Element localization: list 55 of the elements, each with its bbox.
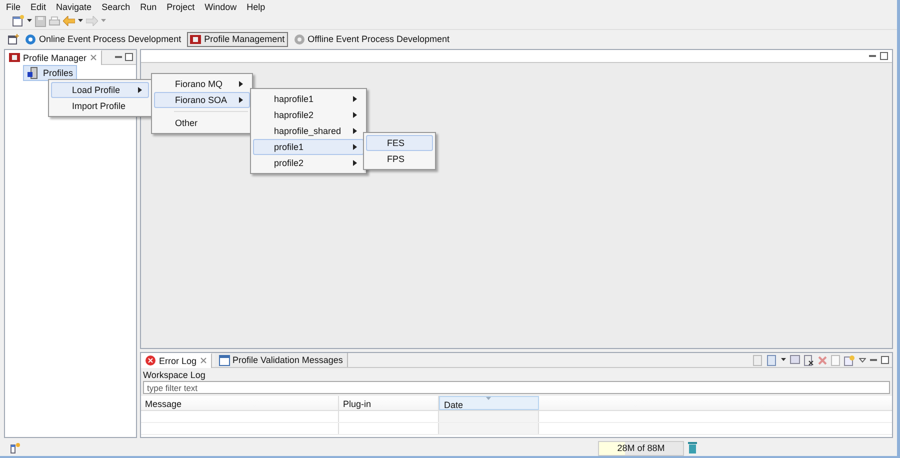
menu-item[interactable]: Help: [246, 2, 266, 12]
maximize-icon[interactable]: [881, 356, 889, 364]
perspective-tab[interactable]: Online Event Process Development: [22, 32, 184, 46]
column-header[interactable]: Date: [439, 396, 539, 410]
delete-log-icon[interactable]: [804, 354, 814, 366]
log-title: Workspace Log: [142, 369, 206, 381]
menu-option[interactable]: Other: [154, 115, 250, 131]
view-tab[interactable]: Profile Manager: [5, 50, 102, 64]
menu-option[interactable]: FPS: [366, 151, 433, 167]
column-header[interactable]: Message: [141, 396, 339, 410]
open-perspective-icon[interactable]: [8, 34, 19, 44]
menu-item[interactable]: Navigate: [56, 2, 92, 12]
menu-option[interactable]: FES: [366, 135, 433, 151]
open-log-icon[interactable]: [844, 354, 855, 366]
menu-item[interactable]: Project: [166, 2, 195, 12]
menu-option[interactable]: Import Profile: [51, 98, 149, 114]
close-icon[interactable]: [90, 54, 97, 61]
view-tab[interactable]: Profile Validation Messages: [214, 353, 348, 367]
window-icon: [218, 354, 230, 366]
menu-option[interactable]: haprofile2: [253, 107, 364, 123]
menu-option[interactable]: Load Profile: [51, 82, 149, 98]
menu-item[interactable]: Search: [102, 2, 130, 12]
view-tab[interactable]: Error Log: [141, 352, 212, 368]
close-icon[interactable]: [200, 357, 207, 364]
menu-option[interactable]: haprofile1: [253, 91, 364, 107]
menu-item[interactable]: File: [6, 2, 21, 12]
menu-option[interactable]: Fiorano SOA: [154, 92, 250, 108]
menu-option[interactable]: Fiorano MQ: [154, 76, 250, 92]
menu-option[interactable]: profile2: [253, 155, 364, 171]
minimize-icon[interactable]: [870, 358, 877, 362]
dropdown-icon[interactable]: [78, 19, 83, 23]
profile-icon: [190, 34, 202, 44]
trash-icon[interactable]: [688, 442, 697, 454]
dropdown-icon[interactable]: [781, 358, 786, 362]
new-file-icon[interactable]: [12, 15, 24, 27]
fast-view-icon[interactable]: [10, 442, 22, 454]
menu-option[interactable]: profile1: [253, 139, 364, 155]
profile-icon: [9, 52, 20, 63]
maximize-icon[interactable]: [880, 52, 888, 60]
minimize-icon[interactable]: [115, 56, 122, 58]
filter-field[interactable]: type filter text: [143, 381, 890, 394]
view-menu-icon[interactable]: [859, 358, 866, 362]
perspective-tab[interactable]: Offline Event Process Development: [290, 32, 453, 46]
memory-reading: 28M of 88M: [617, 443, 665, 453]
minimize-icon[interactable]: [869, 54, 876, 58]
tree-item[interactable]: Profiles: [23, 65, 78, 81]
menu-item[interactable]: Window: [204, 2, 237, 12]
menu-option[interactable]: haprofile_shared: [253, 123, 364, 139]
menu-item[interactable]: Edit: [30, 2, 46, 12]
maximize-icon[interactable]: [125, 53, 133, 61]
menu-item[interactable]: Run: [140, 2, 157, 12]
perspective-tab[interactable]: Profile Management: [187, 32, 288, 46]
sort-icon: [486, 397, 491, 400]
dropdown-icon[interactable]: [27, 19, 32, 23]
error-icon: [145, 355, 156, 366]
